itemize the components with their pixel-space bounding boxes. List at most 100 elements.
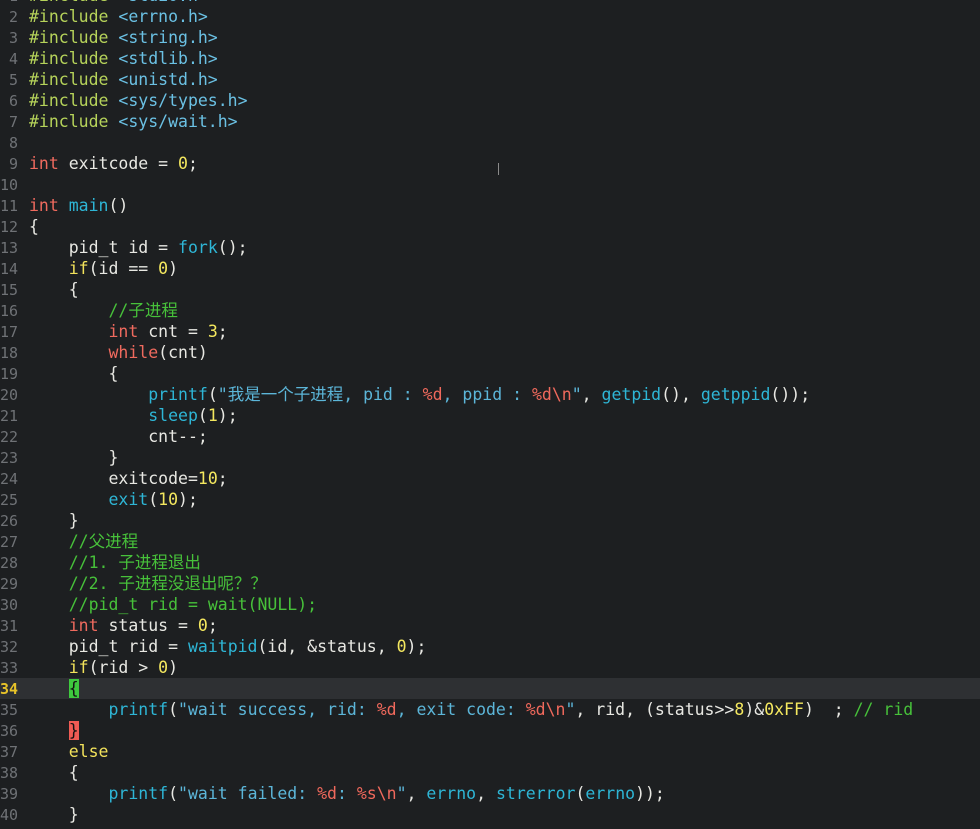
code-token: ( — [168, 700, 179, 719]
code-line[interactable]: 21 sleep(1); — [0, 405, 980, 426]
code-line[interactable]: 23 } — [0, 447, 980, 468]
code-line[interactable]: 15 { — [0, 279, 980, 300]
code-line[interactable]: 25 exit(10); — [0, 489, 980, 510]
code-line[interactable]: 26 } — [0, 510, 980, 531]
code-token: //1. 子进程退出 — [68, 553, 201, 572]
code-token: { — [68, 679, 79, 698]
code-token: , — [406, 784, 427, 803]
code-line[interactable]: 28 //1. 子进程退出 — [0, 552, 980, 573]
code-text: printf("wait failed: %d: %s\n", errno, s… — [29, 784, 664, 803]
code-line[interactable]: 3 #include <string.h> — [0, 27, 980, 48]
code-line[interactable]: 17 int cnt = 3; — [0, 321, 980, 342]
code-text: exitcode=10; — [29, 469, 227, 488]
line-number: 15 — [0, 281, 19, 299]
line-number: 7 — [8, 113, 18, 131]
code-line[interactable]: 20 printf("我是一个子进程, pid : %d, ppid : %d\… — [0, 384, 980, 405]
code-token: while — [108, 343, 159, 362]
code-line[interactable]: 6 #include <sys/types.h> — [0, 90, 980, 111]
code-line[interactable]: 12 { — [0, 216, 980, 237]
code-token: "我是一个子进程, pid : — [217, 385, 423, 404]
code-line[interactable]: 5 #include <unistd.h> — [0, 69, 980, 90]
code-token: printf — [108, 784, 169, 803]
code-token: <stdio.h> — [118, 0, 207, 5]
code-token: ) — [168, 658, 179, 677]
line-number: 18 — [0, 344, 19, 362]
code-text: { — [29, 679, 79, 698]
code-line[interactable]: 29 //2. 子进程没退出呢？？ — [0, 573, 980, 594]
code-token: ); — [217, 406, 238, 425]
code-lines: 1 #include <stdio.h> 2 #include <errno.h> 3 #… — [0, 0, 980, 825]
code-line[interactable]: 36 } — [0, 720, 980, 741]
code-token: } — [29, 511, 79, 530]
code-line[interactable]: 9 int exitcode = 0; — [0, 153, 980, 174]
code-token: %d\n — [525, 700, 566, 719]
code-line[interactable]: 35 printf("wait success, rid: %d, exit c… — [0, 699, 980, 720]
code-text: if(rid > 0) — [29, 658, 178, 677]
code-token: %d — [422, 385, 443, 404]
line-number: 25 — [0, 491, 19, 509]
code-line[interactable]: 27 //父进程 — [0, 531, 980, 552]
code-line[interactable]: 19 { — [0, 363, 980, 384]
code-token: if — [68, 259, 89, 278]
code-text: if(id == 0) — [29, 259, 178, 278]
code-token: %d — [376, 700, 397, 719]
code-line[interactable]: 32 pid_t rid = waitpid(id, &status, 0); — [0, 636, 980, 657]
code-token: getpid — [601, 385, 662, 404]
code-line[interactable]: 10 — [0, 174, 980, 195]
code-line[interactable]: 30 //pid_t rid = wait(NULL); — [0, 594, 980, 615]
line-number: 8 — [8, 134, 18, 152]
code-text: //1. 子进程退出 — [29, 553, 201, 572]
code-text: //2. 子进程没退出呢？？ — [29, 574, 267, 593]
code-line[interactable]: 24 exitcode=10; — [0, 468, 980, 489]
line-number: 22 — [0, 428, 19, 446]
code-line[interactable]: 18 while(cnt) — [0, 342, 980, 363]
code-line[interactable]: 2 #include <errno.h> — [0, 6, 980, 27]
code-token: <string.h> — [118, 28, 218, 47]
code-line[interactable]: 11 int main() — [0, 195, 980, 216]
code-text: //子进程 — [29, 301, 177, 320]
code-token: 10 — [158, 490, 179, 509]
code-token: status = — [98, 616, 198, 635]
code-line[interactable]: 4 #include <stdlib.h> — [0, 48, 980, 69]
code-token: } — [29, 805, 79, 824]
code-text: int exitcode = 0; — [29, 154, 198, 173]
code-line[interactable]: 22 cnt--; — [0, 426, 980, 447]
code-token: (id, &status, — [257, 637, 397, 656]
code-token: ; — [217, 322, 228, 341]
code-line[interactable]: 16 //子进程 — [0, 300, 980, 321]
code-text: { — [29, 217, 39, 236]
code-token: ); — [406, 637, 427, 656]
line-number: 26 — [0, 512, 19, 530]
code-line[interactable]: 14 if(id == 0) — [0, 258, 980, 279]
code-token: (), — [661, 385, 701, 404]
code-line[interactable]: 33 if(rid > 0) — [0, 657, 980, 678]
code-token: %d — [317, 784, 337, 803]
code-line[interactable]: 40 } — [0, 804, 980, 825]
code-token: #include — [29, 49, 119, 68]
code-text: } — [29, 511, 79, 530]
code-token: errno — [426, 784, 477, 803]
code-editor[interactable]: 1 #include <stdio.h> 2 #include <errno.h> 3 #… — [0, 0, 980, 829]
code-line[interactable]: 7 #include <sys/wait.h> — [0, 111, 980, 132]
code-token: , rid, (status>> — [575, 700, 735, 719]
code-token: ; — [187, 154, 198, 173]
line-number: 40 — [0, 806, 19, 824]
code-line[interactable]: 8 — [0, 132, 980, 153]
code-token: " — [571, 385, 582, 404]
code-line[interactable]: 39 printf("wait failed: %d: %s\n", errno… — [0, 783, 980, 804]
code-line[interactable]: 37 else — [0, 741, 980, 762]
code-line[interactable]: 38 { — [0, 762, 980, 783]
code-line[interactable]: 13 pid_t id = fork(); — [0, 237, 980, 258]
code-token: , exit code: — [396, 700, 526, 719]
code-line[interactable]: 31 int status = 0; — [0, 615, 980, 636]
line-number: 2 — [8, 8, 18, 26]
code-line[interactable]: 34 { — [0, 678, 980, 699]
code-token: errno — [585, 784, 636, 803]
code-token: ( — [168, 784, 179, 803]
code-text: //父进程 — [29, 532, 138, 551]
